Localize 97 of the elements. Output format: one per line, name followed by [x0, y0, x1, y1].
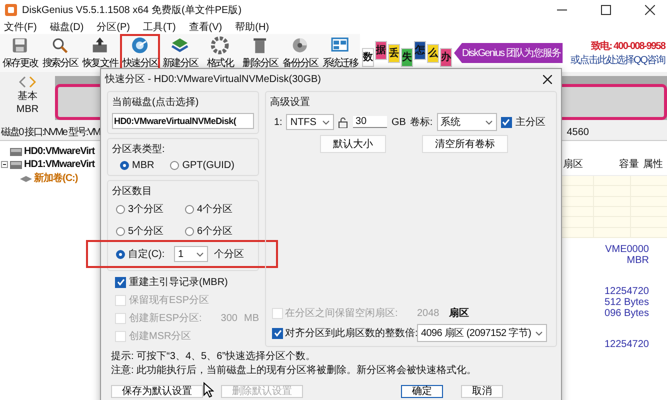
window-title: DiskGenius V5.5.1.1508 x64 免费版(单文件PE版): [22, 4, 242, 17]
alignment-dropdown[interactable]: 4096 扇区 (2097152 字节): [417, 324, 548, 342]
push-button[interactable]: 默认大小: [320, 135, 386, 153]
checkbox[interactable]: [500, 116, 512, 128]
dialog-button[interactable]: 保存为默认设置: [111, 385, 203, 398]
radio-button[interactable]: [116, 226, 125, 236]
dialog-title: 快速分区 - HD0:VMwareVirtualNVMeDisk(30GB): [105, 72, 321, 86]
banner-slogan: DiskGenius 团队为您服务: [454, 43, 563, 63]
tree-item[interactable]: 新加卷(C:): [34, 170, 78, 184]
column-header[interactable]: 容量: [605, 157, 643, 171]
unit-label: MB: [244, 312, 259, 324]
dropdown-chevron-icon: [196, 250, 204, 258]
dialog-button[interactable]: 确定: [401, 385, 443, 398]
unit-label: 扇区: [449, 306, 469, 320]
radio-label[interactable]: MBR: [132, 160, 154, 171]
size-field[interactable]: 30: [353, 116, 388, 128]
checkbox-label[interactable]: 重建主引导记录(MBR): [129, 275, 228, 289]
tree-item[interactable]: HD0:VMwareVirt: [24, 146, 95, 157]
dropdown-chevron-icon: [322, 118, 330, 126]
radio-label[interactable]: 6个分区: [197, 224, 233, 238]
close-icon: [543, 74, 552, 84]
radio-button[interactable]: [120, 161, 129, 170]
checkmark-icon: [274, 329, 282, 337]
radio-button[interactable]: [170, 161, 180, 170]
banner-tile: 据: [375, 40, 387, 60]
app-logo-icon: [5, 4, 17, 16]
radio-label[interactable]: 4个分区: [197, 202, 233, 216]
group-label: 当前磁盘(点击选择): [112, 96, 200, 109]
menu-item[interactable]: 磁盘(D): [50, 20, 84, 34]
checkbox-label[interactable]: 对齐分区到此扇区数的整数倍:: [285, 326, 415, 340]
tree-item[interactable]: HD1:VMwareVirt: [24, 159, 95, 170]
maximize-icon: [601, 5, 611, 15]
banner-tile: 数: [362, 48, 374, 66]
disk-selector-field[interactable]: HD0:VMwareVirtualNVMeDisk(: [112, 113, 254, 129]
partition-scheme-label: MBR: [16, 104, 39, 115]
radio-label[interactable]: 自定(C):: [128, 247, 165, 261]
radio-label[interactable]: GPT(GUID): [182, 160, 234, 171]
menu-item[interactable]: 工具(T): [143, 20, 176, 34]
dialog-button[interactable]: 取消: [461, 385, 503, 398]
dropdown-chevron-icon: [535, 330, 544, 336]
partition-index: 1:: [274, 116, 282, 128]
push-button[interactable]: 清空所有卷标: [422, 135, 508, 153]
dropdown-chevron-icon: [484, 118, 493, 126]
group-label: 高级设置: [270, 96, 311, 109]
checkmark-icon: [502, 118, 510, 126]
volume-label-dropdown[interactable]: 系统: [436, 113, 497, 131]
toolbar-button[interactable]: 删除分区: [240, 34, 280, 72]
detail-value: MBR: [626, 255, 649, 266]
toolbar-button[interactable]: 格式化: [200, 34, 240, 72]
partition-count-dropdown[interactable]: 1: [174, 246, 208, 262]
radio-button[interactable]: [185, 226, 194, 236]
menu-item[interactable]: 文件(F): [4, 20, 37, 34]
ring-icon: [209, 36, 231, 55]
unit-label: 个分区: [214, 248, 244, 261]
volume-label-caption: 卷标:: [410, 116, 433, 129]
radio-label[interactable]: 5个分区: [128, 224, 164, 238]
phone-number: 致电: 400-008-9958: [591, 40, 665, 53]
radio-label[interactable]: 3个分区: [128, 202, 164, 216]
detail-value: VME0000: [605, 244, 649, 255]
menu-item[interactable]: 查看(V): [188, 20, 222, 34]
unit-label: GB: [391, 116, 406, 128]
radio-button[interactable]: [116, 204, 125, 214]
padlock-icon: [338, 116, 350, 128]
column-header[interactable]: 属性: [643, 157, 667, 171]
layers-icon: [169, 36, 191, 55]
checkbox-label[interactable]: 主分区: [516, 115, 546, 129]
group-label: 分区表类型:: [112, 142, 166, 156]
banner-tile: 失: [401, 48, 413, 66]
toolbar-button[interactable]: 搜索分区: [40, 34, 80, 72]
hint-text: 注意: 此功能执行后，当前磁盘上的现有分区将被删除。新分区将会被快速格式化。: [111, 365, 478, 377]
qq-link[interactable]: 或点击此处选择QQ咨询: [570, 53, 665, 67]
checkbox[interactable]: [115, 276, 126, 288]
group-label: 分区数目: [112, 185, 153, 198]
radio-button[interactable]: [185, 204, 194, 214]
detail-value: 096 Bytes: [604, 308, 649, 319]
toolbar-button[interactable]: 保存更改: [0, 34, 40, 72]
filesystem-dropdown[interactable]: NTFS: [286, 114, 334, 130]
banner-tile: 么: [427, 44, 439, 62]
menu-item[interactable]: 帮助(H): [235, 20, 270, 34]
banner-tile: 丢: [388, 44, 400, 62]
detail-value: 12254720: [604, 286, 649, 297]
detail-value: 12254720: [604, 339, 649, 350]
mouse-cursor-icon: [203, 382, 214, 398]
disk-info-text: 4560: [566, 126, 589, 138]
banner-tile: 办: [440, 48, 452, 66]
hint-text: 提示: 可按下“3、4、5、6”快速选择分区个数。: [111, 351, 316, 363]
menu-item[interactable]: 分区(P): [96, 20, 130, 34]
column-header[interactable]: 扇区: [563, 157, 605, 171]
detail-value: 512 Bytes: [604, 297, 649, 308]
banner-tile: 怎: [414, 40, 426, 60]
radio-button[interactable]: [116, 250, 125, 258]
toolbar-button[interactable]: 新建分区: [160, 34, 200, 72]
checkmark-icon: [116, 278, 124, 286]
checkbox[interactable]: [272, 328, 283, 338]
disk-type-label: 基本: [18, 90, 38, 103]
toolbar-button[interactable]: 恢复文件: [80, 34, 120, 72]
close-icon: [645, 5, 655, 15]
